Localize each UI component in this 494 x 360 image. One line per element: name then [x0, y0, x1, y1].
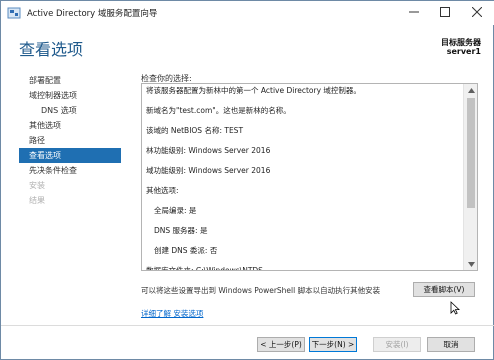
minimize-icon [409, 11, 419, 13]
review-line: 数据库文件夹: C:\Windows\NTDS [146, 266, 263, 271]
ad-wizard-icon [7, 7, 21, 19]
review-line [146, 236, 461, 246]
review-line [146, 136, 461, 146]
chevron-up-icon [467, 87, 475, 93]
review-line [146, 216, 461, 226]
review-line: 新域名为"test.com"。这也是新林的名称。 [146, 106, 291, 115]
maximize-icon [440, 7, 450, 17]
export-script-text: 可以将这些设置导出到 Windows PowerShell 脚本以自动执行其他安… [141, 286, 381, 295]
chevron-down-icon [467, 261, 475, 267]
close-icon [472, 7, 482, 17]
install-button: 安装(I) [373, 337, 421, 352]
target-server-name: server1 [446, 47, 481, 56]
review-line: 林功能级别: Windows Server 2016 [146, 146, 271, 155]
review-line [146, 156, 461, 166]
review-line: 域功能级别: Windows Server 2016 [146, 166, 271, 175]
next-button[interactable]: 下一步(N) > [309, 337, 357, 352]
review-line [146, 116, 461, 126]
title-bar: Active Directory 域服务配置向导 [1, 1, 494, 25]
page-title: 查看选项 [19, 40, 84, 59]
mouse-pointer-icon [450, 301, 460, 315]
review-line: 将该服务器配置为新林中的第一个 Active Directory 域控制器。 [146, 86, 361, 95]
review-line [146, 176, 461, 186]
minimize-button[interactable] [399, 1, 429, 23]
nav-item-results: 结果 [29, 196, 45, 205]
review-line [146, 196, 461, 206]
review-line: 创建 DNS 委派: 否 [154, 246, 218, 255]
review-lines: 将该服务器配置为新林中的第一个 Active Directory 域控制器。 新… [146, 86, 461, 271]
nav-item-dns-options[interactable]: DNS 选项 [19, 103, 121, 118]
review-line: 其他选项: [146, 186, 179, 195]
review-line [146, 256, 461, 266]
back-button[interactable]: < 上一步(P) [257, 337, 305, 352]
nav-item-paths[interactable]: 路径 [19, 133, 121, 148]
window-title: Active Directory 域服务配置向导 [27, 9, 158, 19]
review-scrollbar[interactable] [463, 84, 477, 270]
footer-divider [1, 325, 494, 326]
close-button[interactable] [462, 1, 492, 23]
nav-item-deployment[interactable]: 部署配置 [19, 73, 121, 88]
scroll-thumb[interactable] [467, 98, 475, 208]
nav-item-review-options[interactable]: 查看选项 [19, 148, 121, 163]
review-line: 该域的 NetBIOS 名称: TEST [146, 126, 244, 135]
wizard-nav: 部署配置 域控制器选项 DNS 选项 其他选项 路径 查看选项 先决条件检查 安… [19, 73, 121, 208]
nav-item-prerequisites[interactable]: 先决条件检查 [19, 163, 121, 178]
nav-item-additional-options[interactable]: 其他选项 [19, 118, 121, 133]
nav-item-install: 安装 [29, 181, 45, 190]
more-about-install-options-link[interactable]: 详细了解 安装选项 [141, 308, 203, 319]
maximize-button[interactable] [430, 1, 460, 23]
nav-item-dc-options[interactable]: 域控制器选项 [19, 88, 121, 103]
cancel-button[interactable]: 取消 [427, 337, 475, 352]
review-line [146, 96, 461, 106]
review-line: DNS 服务器: 是 [154, 226, 208, 235]
scroll-up-button[interactable] [464, 84, 477, 96]
view-script-button[interactable]: 查看脚本(V) [413, 282, 475, 297]
wizard-header: 查看选项 目标服务器 server1 [1, 25, 494, 65]
review-line: 全局编录: 是 [154, 206, 197, 215]
wizard-window: Active Directory 域服务配置向导 查看选项 目标服务器 serv… [0, 0, 494, 360]
scroll-down-button[interactable] [464, 258, 477, 270]
review-textbox[interactable]: 将该服务器配置为新林中的第一个 Active Directory 域控制器。 新… [141, 83, 478, 271]
